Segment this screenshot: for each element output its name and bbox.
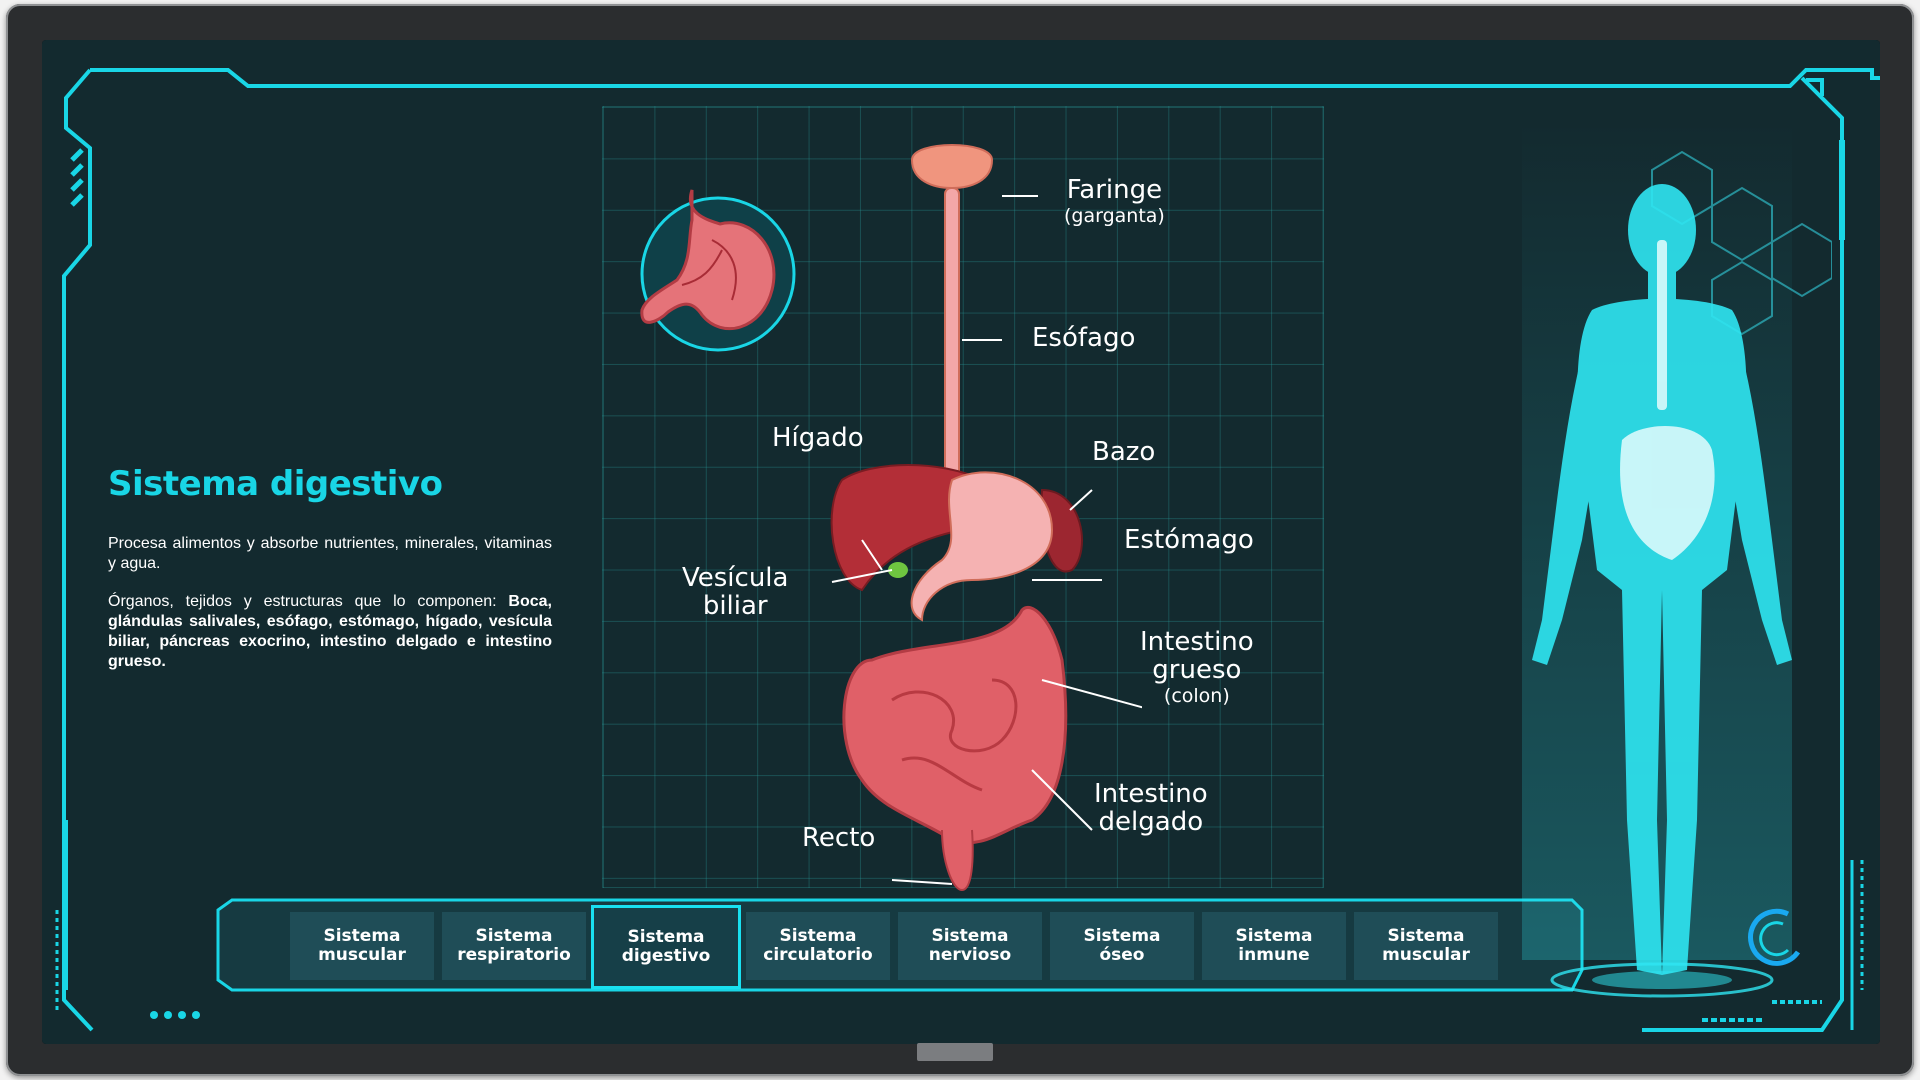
tab-label: Sistema inmune xyxy=(1235,927,1312,965)
label-grueso-line2: grueso xyxy=(1152,655,1242,685)
tab-label: Sistema nervioso xyxy=(929,927,1011,965)
tab-label-line1: Sistema xyxy=(475,926,553,946)
label-recto: Recto xyxy=(802,823,876,853)
tab-label-line1: Sistema xyxy=(779,926,857,946)
stomach-icon xyxy=(640,189,796,352)
tab-system-0[interactable]: Sistema muscular xyxy=(290,912,434,980)
label-esofago: Esófago xyxy=(1032,323,1136,353)
label-faringe-text: Faringe xyxy=(1066,175,1163,205)
label-vesicula-line2: biliar xyxy=(702,591,768,621)
label-intestino-grueso: Intestino grueso (colon) xyxy=(1140,628,1254,708)
tab-label-line2: inmune xyxy=(1238,945,1310,965)
info-section: Sistema digestivo Procesa alimentos y ab… xyxy=(108,464,552,690)
monitor-power-button[interactable] xyxy=(917,1043,993,1061)
tab-label: Sistema óseo xyxy=(1083,927,1160,965)
label-vesicula: Vesícula biliar xyxy=(682,564,788,620)
tab-label-line2: respiratorio xyxy=(457,945,571,965)
label-bazo: Bazo xyxy=(1092,437,1156,467)
label-estomago: Estómago xyxy=(1124,525,1254,555)
label-faringe-sub: (garganta) xyxy=(1064,205,1165,227)
tab-label-line2: circulatorio xyxy=(763,945,873,965)
label-intestino-delgado: Intestino delgado xyxy=(1094,780,1208,836)
system-tabs: Sistema muscular Sistema respiratorio Sistem… xyxy=(290,905,1580,989)
tab-label-line1: Sistema xyxy=(931,926,1009,946)
tab-label-line2: muscular xyxy=(318,945,406,965)
tab-system-4[interactable]: Sistema nervioso xyxy=(898,912,1042,980)
label-delgado-line1: Intestino xyxy=(1094,779,1208,809)
tab-system-6[interactable]: Sistema inmune xyxy=(1202,912,1346,980)
label-vesicula-line1: Vesícula xyxy=(682,563,789,593)
tab-label: Sistema digestivo xyxy=(622,928,711,966)
tab-label: Sistema respiratorio xyxy=(457,927,571,965)
tab-label: Sistema circulatorio xyxy=(763,927,872,965)
tab-label: Sistema muscular xyxy=(318,927,406,965)
loading-ring-icon xyxy=(1748,908,1801,966)
tab-label-line2: óseo xyxy=(1099,945,1145,965)
screen: Sistema digestivo Procesa alimentos y ab… xyxy=(42,40,1880,1044)
label-faringe: Faringe (garganta) xyxy=(1064,176,1165,228)
tab-system-1[interactable]: Sistema respiratorio xyxy=(442,912,586,980)
digestive-diagram xyxy=(830,144,1142,892)
label-grueso-sub: (colon) xyxy=(1163,685,1230,707)
organs-intro: Órganos, tejidos y estructuras que lo co… xyxy=(108,593,509,610)
tab-system-7[interactable]: Sistema muscular xyxy=(1354,912,1498,980)
tab-system-5[interactable]: Sistema óseo xyxy=(1050,912,1194,980)
tab-label-line2: nervioso xyxy=(928,945,1012,965)
tab-label-line1: Sistema xyxy=(1235,926,1313,946)
tab-label-line1: Sistema xyxy=(323,926,401,946)
hud-panel: Sistema digestivo Procesa alimentos y ab… xyxy=(42,40,1880,1044)
human-body-hologram xyxy=(1522,120,1832,998)
tab-system-2[interactable]: Sistema digestivo xyxy=(591,905,741,989)
tab-label-line1: Sistema xyxy=(627,927,705,947)
tab-system-3[interactable]: Sistema circulatorio xyxy=(746,912,890,980)
organs-text: Órganos, tejidos y estructuras que lo co… xyxy=(108,592,552,672)
description-text: Procesa alimentos y absorbe nutrientes, … xyxy=(108,535,552,572)
tab-label-line2: muscular xyxy=(1382,945,1470,965)
page-title: Sistema digestivo xyxy=(108,464,443,504)
tab-label-line1: Sistema xyxy=(1387,926,1465,946)
tab-label-line1: Sistema xyxy=(1083,926,1161,946)
tab-label-line2: digestivo xyxy=(621,946,711,966)
label-delgado-line2: delgado xyxy=(1098,807,1204,837)
monitor: Sistema digestivo Procesa alimentos y ab… xyxy=(6,4,1914,1076)
label-higado: Hígado xyxy=(772,423,864,453)
tab-label: Sistema muscular xyxy=(1382,927,1470,965)
label-grueso-line1: Intestino xyxy=(1140,627,1254,657)
